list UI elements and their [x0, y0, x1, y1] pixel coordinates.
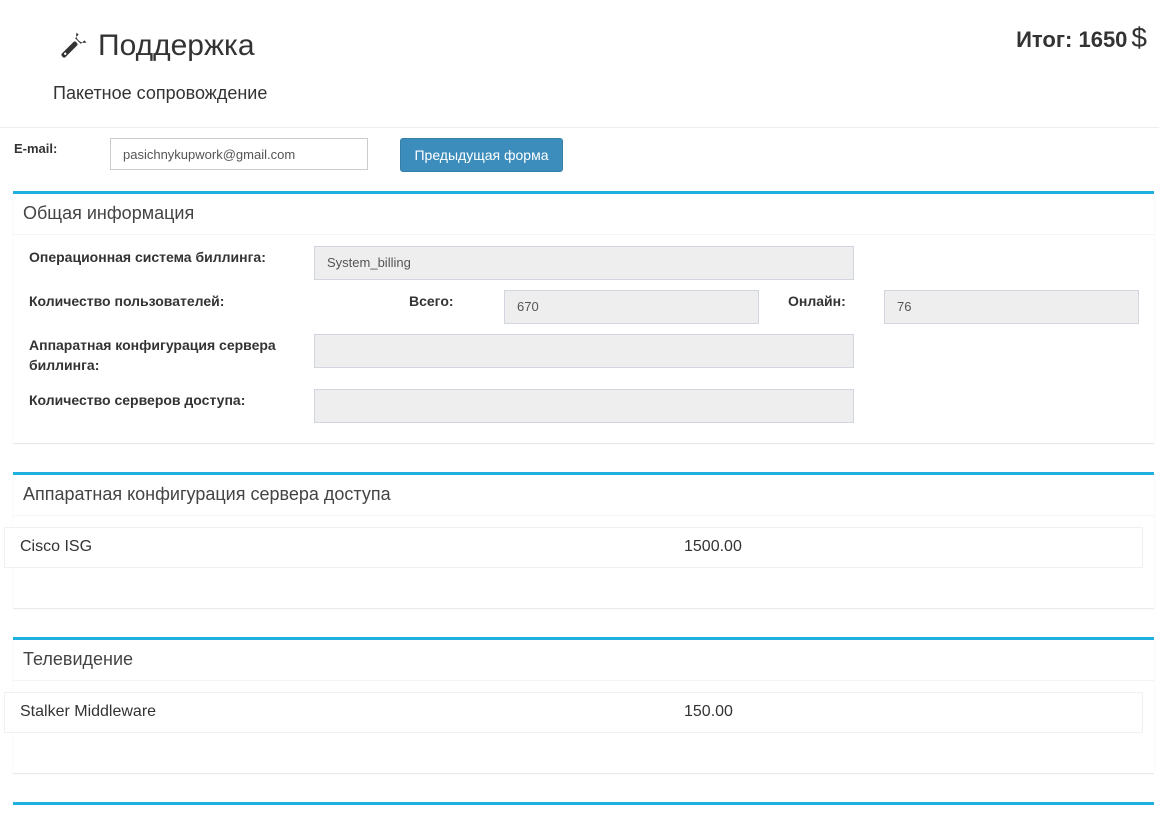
billing-hw-label: Аппаратная конфигурация сервера биллинга… — [29, 337, 276, 373]
online-users-field[interactable]: 76 — [884, 290, 1139, 324]
tv-title: Телевидение — [13, 640, 1154, 681]
total-users-field[interactable]: 670 — [504, 290, 759, 324]
billing-os-field[interactable]: System_billing — [314, 246, 854, 280]
billing-os-label: Операционная система биллинга: — [29, 249, 266, 265]
general-info-panel: Общая информация Операционная система би… — [13, 191, 1154, 443]
email-label: E-mail: — [14, 141, 58, 156]
total-value: 1650 — [1078, 27, 1128, 52]
access-hw-title: Аппаратная конфигурация сервера доступа — [13, 475, 1154, 516]
total-users-value: 670 — [517, 299, 539, 314]
previous-form-button[interactable]: Предыдущая форма — [400, 138, 563, 172]
total-label: Итог: — [1016, 27, 1073, 52]
general-info-title: Общая информация — [13, 194, 1154, 235]
users-count-label: Количество пользователей: — [29, 293, 225, 309]
online-users-label: Онлайн: — [788, 293, 846, 309]
wrench-icon — [61, 32, 87, 58]
online-users-value: 76 — [897, 299, 912, 314]
access-servers-field[interactable] — [314, 389, 854, 423]
item-price: 150.00 — [684, 703, 733, 720]
next-panel — [13, 802, 1154, 817]
tv-panel: Телевидение Stalker Middleware 150.00 — [4, 637, 1154, 773]
item-name: Stalker Middleware — [20, 703, 157, 720]
page-title: Поддержка — [98, 29, 255, 62]
email-field[interactable] — [110, 138, 368, 170]
total-amount: Итог: 1650 $ — [1016, 22, 1147, 54]
access-hw-panel: Аппаратная конфигурация сервера доступа … — [4, 472, 1154, 608]
billing-hw-field[interactable] — [314, 334, 854, 368]
item-name: Cisco ISG — [20, 538, 93, 555]
list-item[interactable]: Stalker Middleware 150.00 — [4, 692, 1143, 733]
billing-os-value: System_billing — [327, 255, 411, 270]
total-users-label: Всего: — [409, 293, 454, 309]
access-servers-label: Количество серверов доступа: — [29, 392, 246, 408]
page-subtitle: Пакетное сопровождение — [53, 83, 268, 103]
dollar-icon: $ — [1131, 22, 1147, 53]
list-item[interactable]: Cisco ISG 1500.00 — [4, 527, 1143, 568]
item-price: 1500.00 — [684, 538, 742, 555]
page-header: Поддержка Пакетное сопровождение Итог: 1… — [0, 0, 1159, 128]
